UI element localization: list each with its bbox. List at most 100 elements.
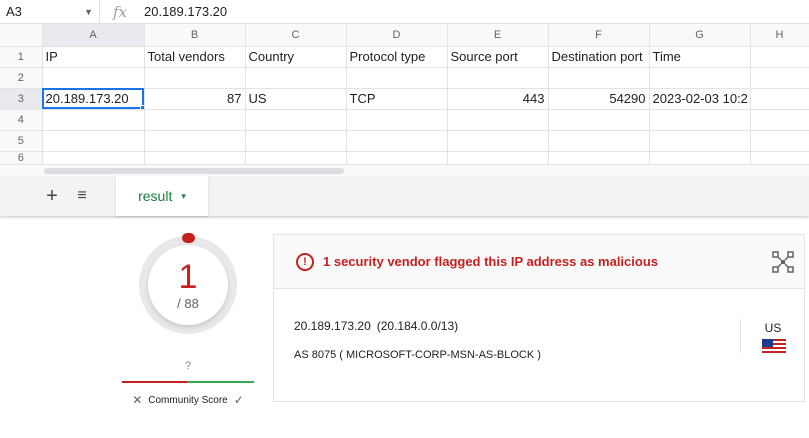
column-header[interactable]: A (42, 24, 145, 47)
cell[interactable]: US (245, 88, 347, 110)
community-score: ? ✕ Community Score ✓ (122, 360, 254, 407)
cell[interactable] (42, 151, 145, 165)
column-header[interactable]: B (144, 24, 246, 47)
cell[interactable] (245, 67, 347, 89)
row-header[interactable]: 1 (0, 46, 43, 68)
cell[interactable] (548, 151, 650, 165)
selected-cell[interactable]: 20.189.173.20 (42, 88, 145, 110)
alert-text: 1 security vendor flagged this IP addres… (323, 254, 658, 269)
ip-address-line: 20.189.173.20 (20.184.0.0/13) (294, 319, 458, 333)
corner-cell[interactable] (0, 24, 43, 47)
cell-value: 20.189.173.20 (45, 91, 129, 106)
formula-bar: A3 ▼ fx 20.189.173.20 (0, 0, 809, 24)
row-header[interactable]: 3 (0, 88, 43, 110)
vote-harmless-icon[interactable]: ✓ (234, 393, 244, 407)
cell[interactable] (42, 67, 145, 89)
community-negative-bar (122, 381, 187, 383)
row-header[interactable]: 6 (0, 151, 43, 165)
cell[interactable] (750, 109, 809, 131)
cell[interactable] (346, 130, 448, 152)
all-sheets-icon[interactable]: ≡ (70, 187, 94, 205)
formula-input[interactable]: 20.189.173.20 (140, 4, 227, 19)
tab-result[interactable]: result ▾ (116, 176, 208, 216)
chevron-down-icon[interactable]: ▾ (181, 191, 186, 202)
cell[interactable] (750, 151, 809, 165)
cell[interactable] (447, 67, 549, 89)
scrollbar-thumb[interactable] (44, 168, 344, 174)
cell[interactable] (346, 151, 448, 165)
cell[interactable]: Total vendors (144, 46, 246, 68)
graph-icon[interactable] (772, 251, 794, 273)
cell[interactable] (346, 109, 448, 131)
name-box-value: A3 (6, 4, 22, 19)
cell[interactable] (447, 151, 549, 165)
add-sheet-icon[interactable]: + (40, 185, 64, 208)
fx-icon: fx (112, 2, 127, 21)
ip-address[interactable]: 20.189.173.20 (294, 319, 371, 333)
cell[interactable] (144, 130, 246, 152)
cell[interactable] (548, 130, 650, 152)
cell[interactable] (750, 67, 809, 89)
row-header[interactable]: 5 (0, 130, 43, 152)
sheet-grid: A B C D E F G H 1 IP Total vendors Count… (0, 24, 809, 165)
detection-count: 1 (178, 258, 198, 296)
cell[interactable] (548, 67, 650, 89)
row-header[interactable]: 4 (0, 109, 43, 131)
community-score-bar (122, 381, 254, 383)
country-code: US (764, 321, 782, 335)
cell[interactable]: Time (649, 46, 751, 68)
cell[interactable] (649, 109, 751, 131)
divider (740, 319, 741, 353)
cell[interactable]: Country (245, 46, 347, 68)
chevron-down-icon[interactable]: ▼ (84, 7, 93, 17)
as-owner[interactable]: AS 8075 ( MICROSOFT-CORP-MSN-AS-BLOCK ) (294, 349, 541, 361)
cell[interactable] (245, 151, 347, 165)
cell[interactable] (42, 130, 145, 152)
column-header[interactable]: F (548, 24, 650, 47)
cell[interactable] (144, 109, 246, 131)
cell[interactable]: 87 (144, 88, 246, 110)
cell[interactable]: Source port (447, 46, 549, 68)
cell[interactable] (750, 130, 809, 152)
spreadsheet-window: A3 ▼ fx 20.189.173.20 A B C D E F G H 1 … (0, 0, 809, 216)
ip-range[interactable]: (20.184.0.0/13) (377, 319, 458, 333)
detection-total: / 88 (177, 296, 199, 311)
cell[interactable] (750, 46, 809, 68)
cell[interactable] (750, 88, 809, 110)
alert-circle-icon: ! (296, 252, 314, 271)
vote-harmful-icon[interactable]: ✕ (132, 393, 142, 407)
cell[interactable] (447, 130, 549, 152)
cell[interactable] (42, 109, 145, 131)
cell[interactable] (144, 151, 246, 165)
cell[interactable]: 2023-02-03 10:2 (649, 88, 751, 110)
column-header[interactable]: C (245, 24, 347, 47)
cell[interactable] (447, 109, 549, 131)
malicious-alert-banner: ! 1 security vendor flagged this IP addr… (274, 235, 804, 289)
column-header[interactable]: G (649, 24, 751, 47)
cell[interactable] (649, 151, 751, 165)
row-header[interactable]: 2 (0, 67, 43, 89)
cell[interactable]: 443 (447, 88, 549, 110)
cell[interactable]: Protocol type (346, 46, 448, 68)
fill-handle[interactable] (139, 104, 143, 108)
community-score-label: Community Score (148, 394, 228, 406)
column-header[interactable]: D (346, 24, 448, 47)
cell[interactable] (649, 130, 751, 152)
tab-label: result (138, 188, 173, 204)
community-positive-bar (187, 381, 254, 383)
cell[interactable]: TCP (346, 88, 448, 110)
column-header[interactable]: H (750, 24, 809, 47)
community-score-value: ? (184, 360, 192, 372)
cell[interactable]: 54290 (548, 88, 650, 110)
cell[interactable]: Destination port (548, 46, 650, 68)
cell[interactable]: IP (42, 46, 145, 68)
horizontal-scrollbar[interactable] (0, 164, 809, 176)
cell[interactable] (144, 67, 246, 89)
cell[interactable] (548, 109, 650, 131)
cell[interactable] (245, 130, 347, 152)
column-header[interactable]: E (447, 24, 549, 47)
cell[interactable] (649, 67, 751, 89)
name-box[interactable]: A3 ▼ (0, 0, 100, 24)
cell[interactable] (245, 109, 347, 131)
cell[interactable] (346, 67, 448, 89)
